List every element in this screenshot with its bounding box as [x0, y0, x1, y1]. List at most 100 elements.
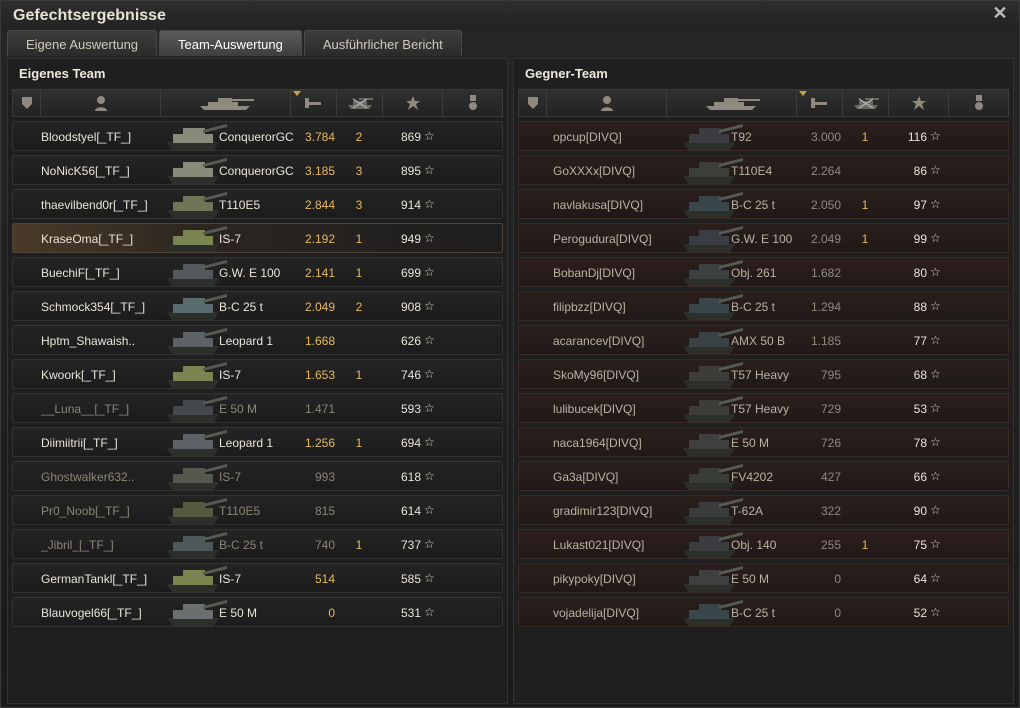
player-row[interactable]: naca1964[DIVQ] E 50 M 726 78 ☆	[518, 427, 1009, 457]
player-name: BobanDj[DIVQ]	[553, 266, 636, 280]
star-icon: ☆	[424, 435, 435, 449]
xp-value: 1.294	[810, 300, 841, 314]
player-row[interactable]: Kwoork[_TF_] IS-7 1.653 1 746 ☆	[12, 359, 503, 389]
star-icon: ☆	[930, 435, 941, 449]
star-icon: ☆	[930, 537, 941, 551]
player-row[interactable]: lulibucek[DIVQ] T57 Heavy 729 53 ☆	[518, 393, 1009, 423]
player-name: _Jibril_[_TF_]	[41, 538, 114, 552]
player-row[interactable]: Lukast021[DIVQ] Obj. 140 255 1 75 ☆	[518, 529, 1009, 559]
player-name: GermanTankl[_TF_]	[41, 572, 148, 586]
column-star-icon[interactable]	[889, 90, 949, 116]
column-medal-icon[interactable]	[443, 90, 503, 116]
star-icon: ☆	[930, 367, 941, 381]
player-row[interactable]: Ga3a[DIVQ] FV4202 427 66 ☆	[518, 461, 1009, 491]
xp-value: 2.264	[810, 164, 841, 178]
star-icon: ☆	[424, 367, 435, 381]
xp-value: 993	[314, 470, 335, 484]
column-tank-icon[interactable]	[161, 90, 291, 116]
kills-value: 1	[355, 538, 363, 552]
tab-ausfuehrlicher-bericht[interactable]: Ausführlicher Bericht	[303, 30, 462, 56]
column-kills-icon[interactable]	[843, 90, 889, 116]
star-icon: ☆	[930, 231, 941, 245]
player-row[interactable]: NoNicK56[_TF_] ConquerorGC 3.185 3 895 ☆	[12, 155, 503, 185]
score-value: 585	[400, 572, 421, 586]
xp-value: 1.653	[304, 368, 335, 382]
player-name: SkoMy96[DIVQ]	[553, 368, 640, 382]
player-name: filipbzz[DIVQ]	[553, 300, 626, 314]
player-row[interactable]: SkoMy96[DIVQ] T57 Heavy 795 68 ☆	[518, 359, 1009, 389]
kills-icon	[853, 98, 879, 109]
column-tank-icon[interactable]	[667, 90, 797, 116]
vehicle-name: B-C 25 t	[731, 300, 776, 314]
star-icon: ☆	[930, 503, 941, 517]
score-value: 908	[400, 300, 421, 314]
tab-team-auswertung[interactable]: Team-Auswertung	[159, 30, 302, 56]
kills-value: 1	[355, 368, 363, 382]
player-row[interactable]: Bloodstyel[_TF_] ConquerorGC 3.784 2 869 ☆	[12, 121, 503, 151]
star-icon: ☆	[930, 333, 941, 347]
player-row[interactable]: navlakusa[DIVQ] B-C 25 t 2.050 1 97 ☆	[518, 189, 1009, 219]
player-row[interactable]: _Jibril_[_TF_] B-C 25 t 740 1 737 ☆	[12, 529, 503, 559]
player-row[interactable]: pikypoky[DIVQ] E 50 M 0 64 ☆	[518, 563, 1009, 593]
player-row[interactable]: gradimir123[DIVQ] T-62A 322 90 ☆	[518, 495, 1009, 525]
score-value: 97	[913, 198, 927, 212]
column-medal-icon[interactable]	[949, 90, 1009, 116]
player-row[interactable]: GoXXXx[DIVQ] T110E4 2.264 86 ☆	[518, 155, 1009, 185]
enemy-team-title: Gegner-Team	[525, 66, 608, 81]
star-icon: ☆	[930, 401, 941, 415]
star-icon: ☆	[930, 197, 941, 211]
player-row[interactable]: Diimiitrii[_TF_] Leopard 1 1.256 1 694 ☆	[12, 427, 503, 457]
kills-value: 1	[861, 130, 869, 144]
vehicle-name: IS-7	[219, 470, 242, 484]
medal-icon	[974, 95, 983, 110]
player-row[interactable]: BobanDj[DIVQ] Obj. 261 1.682 80 ☆	[518, 257, 1009, 287]
column-star-icon[interactable]	[383, 90, 443, 116]
column-squad-icon[interactable]	[519, 90, 547, 116]
player-row[interactable]: __Luna__[_TF_] E 50 M 1.471 593 ☆	[12, 393, 503, 423]
star-icon: ☆	[930, 605, 941, 619]
player-row[interactable]: thaevilbend0r[_TF_] T110E5 2.844 3 914 ☆	[12, 189, 503, 219]
vehicle-name: E 50 M	[219, 402, 258, 416]
tab-eigene-auswertung[interactable]: Eigene Auswertung	[7, 30, 158, 56]
player-row[interactable]: Blauvogel66[_TF_] E 50 M 0 531 ☆	[12, 597, 503, 627]
player-name: GoXXXx[DIVQ]	[553, 164, 636, 178]
player-row[interactable]: KraseOma[_TF_] IS-7 2.192 1 949 ☆	[12, 223, 503, 253]
column-player-icon[interactable]	[547, 90, 667, 116]
xp-value: 0	[834, 572, 841, 586]
column-squad-icon[interactable]	[13, 90, 41, 116]
player-row[interactable]: GermanTankl[_TF_] IS-7 514 585 ☆	[12, 563, 503, 593]
player-row[interactable]: BuechiF[_TF_] G.W. E 100 2.141 1 699 ☆	[12, 257, 503, 287]
column-xp-icon[interactable]	[291, 90, 337, 116]
xp-value: 1.682	[810, 266, 841, 280]
squad-icon	[21, 97, 32, 109]
score-value: 68	[913, 368, 927, 382]
player-name: gradimir123[DIVQ]	[553, 504, 653, 518]
enemy-team-panel: Gegner-Team opcup[DIVQ] T92 3.000 1 116 ☆ GoXX…	[513, 58, 1014, 704]
star-icon: ☆	[424, 401, 435, 415]
xp-value: 255	[820, 538, 841, 552]
column-player-icon[interactable]	[41, 90, 161, 116]
player-row[interactable]: Perogudura[DIVQ] G.W. E 100 2.049 1 99 ☆	[518, 223, 1009, 253]
player-row[interactable]: Schmock354[_TF_] B-C 25 t 2.049 2 908 ☆	[12, 291, 503, 321]
player-row[interactable]: acarancev[DIVQ] AMX 50 B 1.185 77 ☆	[518, 325, 1009, 355]
player-row[interactable]: filipbzz[DIVQ] B-C 25 t 1.294 88 ☆	[518, 291, 1009, 321]
player-name: NoNicK56[_TF_]	[41, 164, 130, 178]
column-kills-icon[interactable]	[337, 90, 383, 116]
column-xp-icon[interactable]	[797, 90, 843, 116]
vehicle-name: E 50 M	[731, 436, 770, 450]
titlebar: Gefechtsergebnisse ✕	[1, 1, 1019, 31]
player-row[interactable]: Hptm_Shawaish.. Leopard 1 1.668 626 ☆	[12, 325, 503, 355]
star-icon: ☆	[930, 129, 941, 143]
xp-value: 2.049	[810, 232, 841, 246]
close-icon[interactable]: ✕	[991, 4, 1009, 22]
player-row[interactable]: Pr0_Noob[_TF_] T110E5 815 614 ☆	[12, 495, 503, 525]
kills-value: 3	[355, 198, 363, 212]
player-row[interactable]: Ghostwalker632.. IS-7 993 618 ☆	[12, 461, 503, 491]
player-name: Pr0_Noob[_TF_]	[41, 504, 130, 518]
player-icon	[94, 96, 107, 111]
xp-value: 740	[314, 538, 335, 552]
vehicle-name: T110E4	[731, 164, 773, 178]
vehicle-name: ConquerorGC	[219, 164, 294, 178]
player-row[interactable]: opcup[DIVQ] T92 3.000 1 116 ☆	[518, 121, 1009, 151]
player-row[interactable]: vojadelija[DIVQ] B-C 25 t 0 52 ☆	[518, 597, 1009, 627]
